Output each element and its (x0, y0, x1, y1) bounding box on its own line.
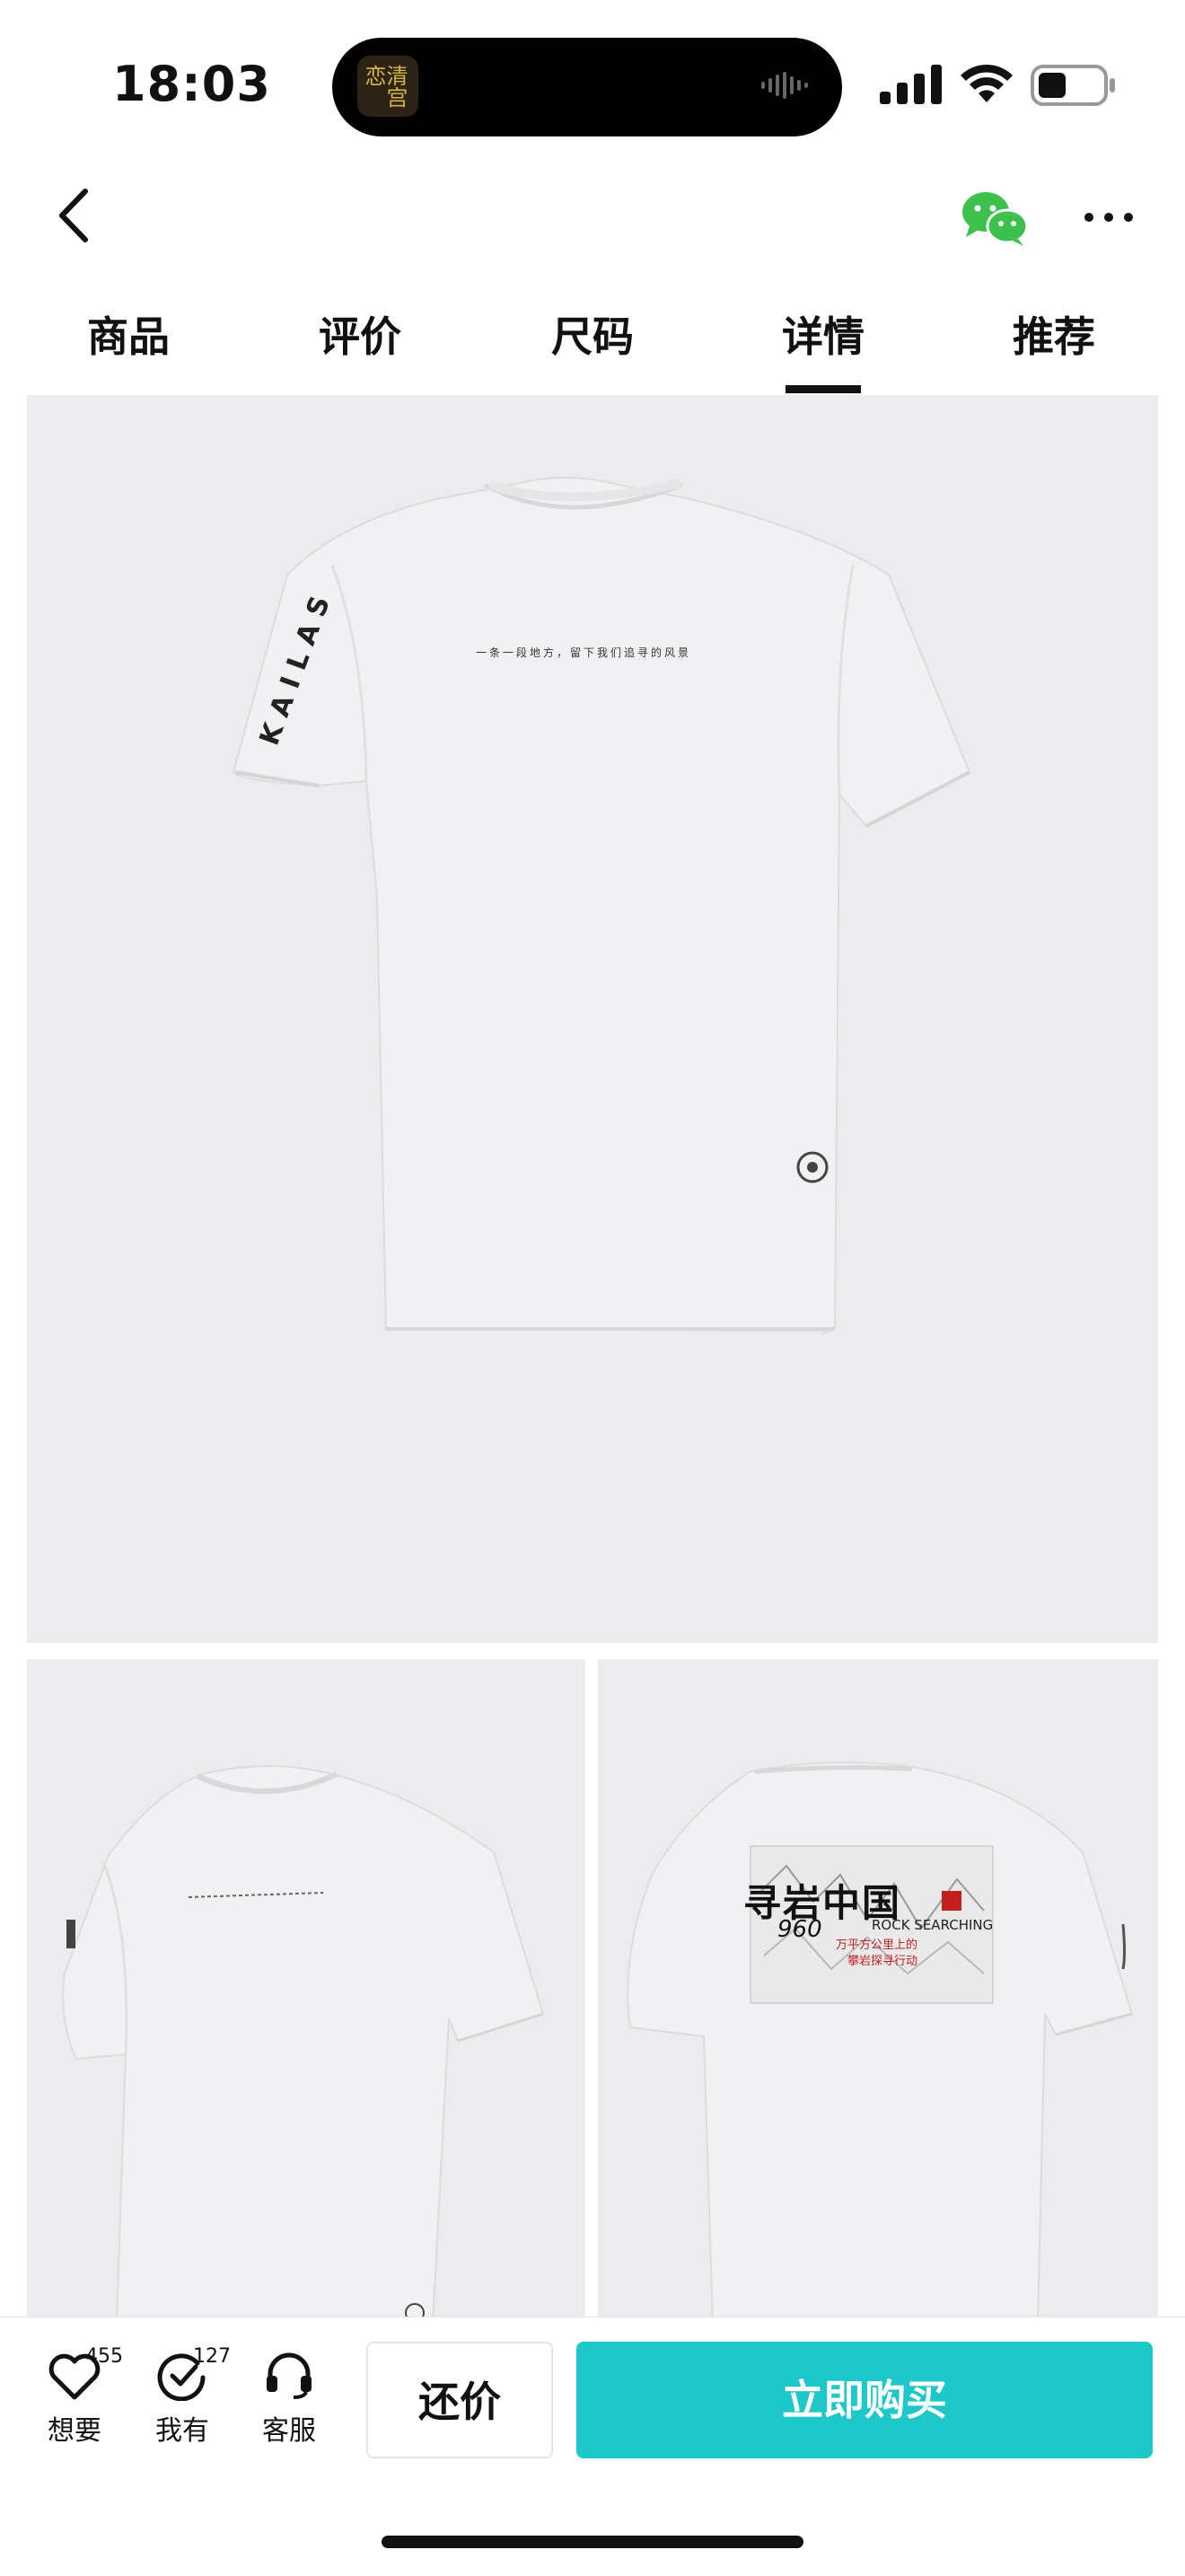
tab-recommend[interactable]: 推荐 (964, 296, 1144, 377)
back-print-subtitle: ROCK SEARCHING (872, 1917, 994, 1933)
back-print-line1: 万平方公里上的 (836, 1939, 918, 1952)
have-button[interactable]: 127 我有 (137, 2345, 231, 2448)
now-playing-thumbnail[interactable]: 清宫恋 (357, 56, 418, 117)
customer-service-button[interactable]: 客服 (244, 2351, 334, 2448)
section-tabs: 商品 评价 尺码 详情 推荐 (0, 296, 1185, 395)
back-print-line2: 攀岩探寻行动 (847, 1955, 918, 1968)
tshirt-back-illustration (627, 1762, 1134, 2324)
cellular-signal-icon (880, 65, 942, 104)
tab-product[interactable]: 商品 (39, 296, 218, 377)
wifi-icon (961, 64, 1013, 102)
want-count: 455 (85, 2345, 123, 2368)
counter-offer-button[interactable]: 还价 (366, 2342, 553, 2458)
want-label: 想要 (48, 2415, 101, 2447)
chest-print-text: 一条一段地方，留下我们追寻的风景 (475, 646, 691, 659)
product-image-back[interactable]: 寻岩中国 960 ROCK SEARCHING 万平方公里上的 攀岩探寻行动 (598, 1659, 1158, 2324)
product-image-side[interactable] (27, 1659, 585, 2324)
tab-reviews[interactable]: 评价 (270, 296, 450, 377)
home-indicator[interactable] (382, 2536, 803, 2548)
status-time: 18:03 (112, 56, 271, 112)
back-button[interactable] (49, 184, 103, 247)
headset-icon (267, 2352, 312, 2399)
tshirt-front-illustration: K A I L A S (232, 477, 971, 1334)
active-tab-indicator (786, 385, 861, 393)
thumbnail-text: 清宫恋 (361, 65, 408, 108)
tab-size[interactable]: 尺码 (503, 296, 682, 377)
product-image-front[interactable]: K A I L A S 一条一段地方，留下我们追寻的风景 (27, 395, 1158, 1643)
have-count: 127 (193, 2345, 231, 2368)
more-icon[interactable] (1082, 199, 1136, 235)
battery-icon (1031, 65, 1115, 106)
customer-service-label: 客服 (262, 2415, 316, 2447)
tshirt-side-illustration (62, 1765, 545, 2324)
audio-wave-icon (761, 72, 808, 99)
tab-details[interactable]: 详情 (733, 296, 913, 377)
wechat-share-icon[interactable] (959, 189, 1031, 248)
want-button[interactable]: 455 想要 (30, 2345, 123, 2448)
back-print-number: 960 (777, 1916, 822, 1943)
have-label: 我有 (155, 2415, 209, 2447)
buy-now-button[interactable]: 立即购买 (576, 2342, 1153, 2458)
